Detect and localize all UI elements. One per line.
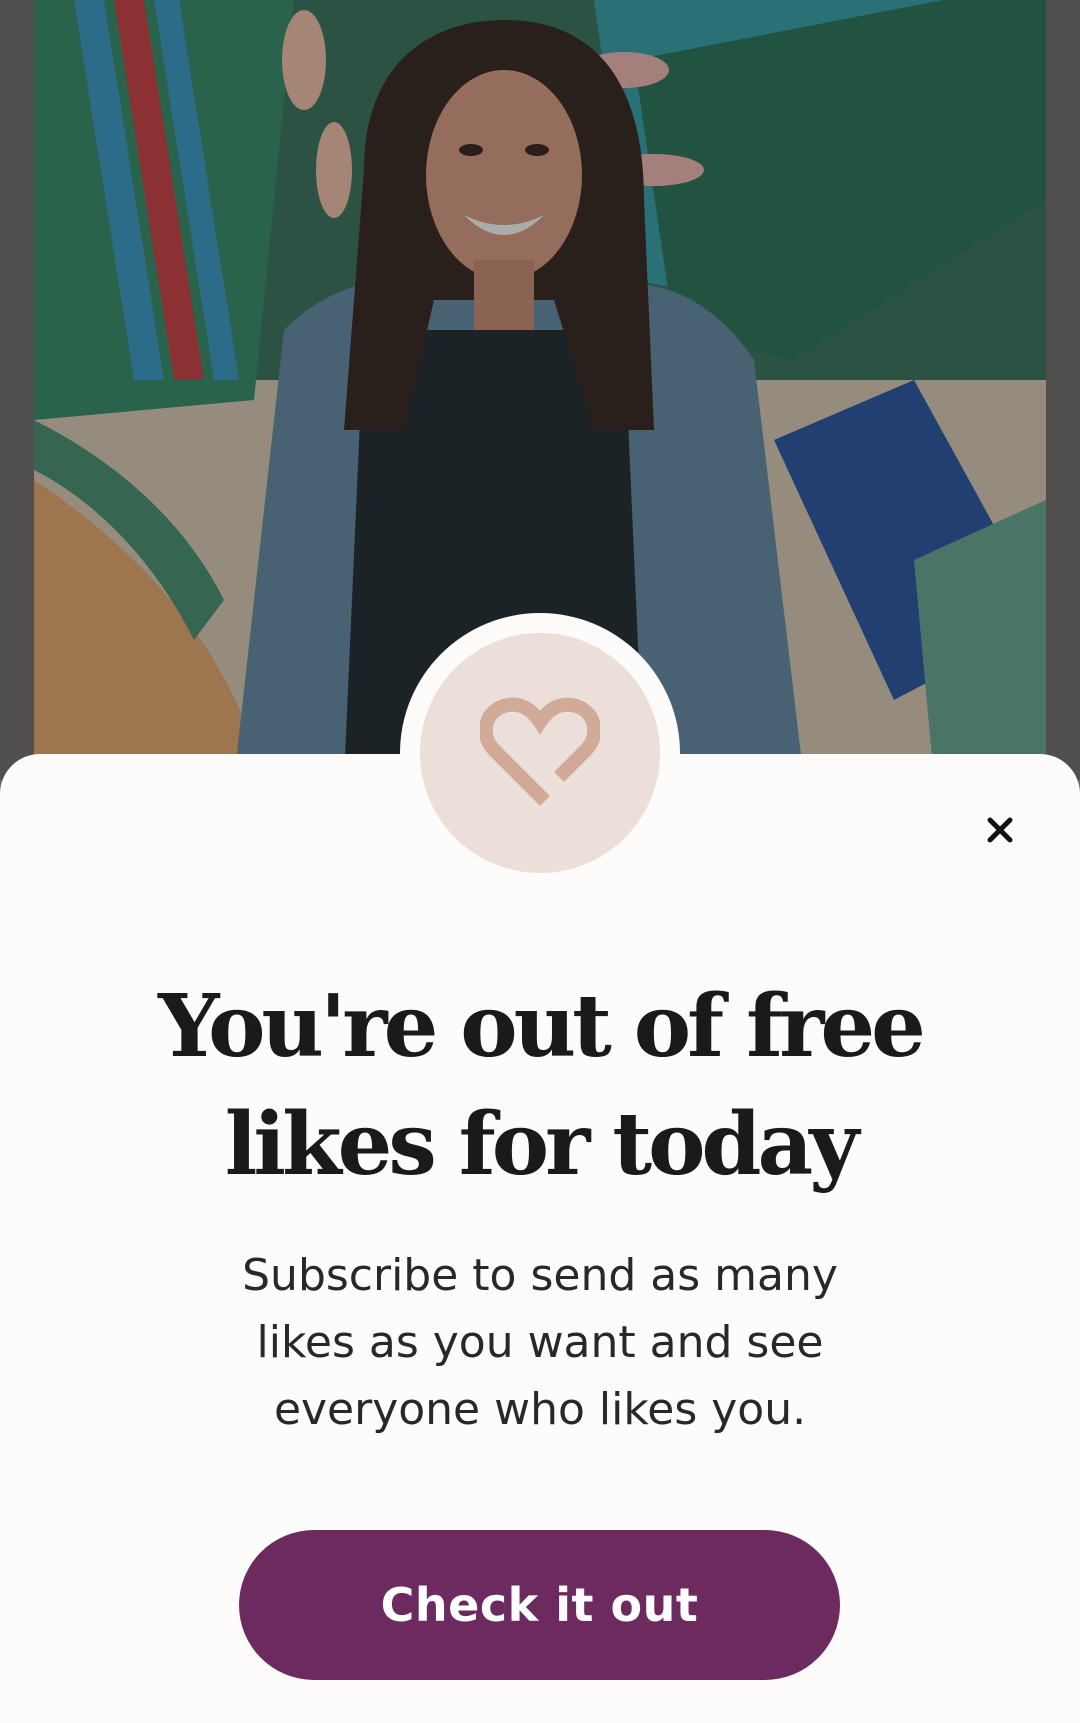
close-button[interactable] xyxy=(976,808,1024,856)
heart-icon xyxy=(478,696,602,811)
close-icon xyxy=(987,817,1013,848)
paywall-description: Subscribe to send as many likes as you wa… xyxy=(140,1242,940,1443)
description-line-3: everyone who likes you. xyxy=(273,1384,807,1435)
screen: You're out of free likes for today Subscr… xyxy=(0,0,1080,1723)
description-line-2: likes as you want and see xyxy=(256,1317,824,1368)
paywall-headline: You're out of free likes for today xyxy=(60,968,1020,1204)
check-it-out-button[interactable]: Check it out xyxy=(239,1530,840,1680)
heart-badge xyxy=(420,633,660,873)
headline-line-1: You're out of free xyxy=(158,976,926,1077)
headline-line-2: likes for today xyxy=(224,1094,860,1195)
cta-label: Check it out xyxy=(380,1578,699,1632)
description-line-1: Subscribe to send as many xyxy=(242,1250,838,1301)
